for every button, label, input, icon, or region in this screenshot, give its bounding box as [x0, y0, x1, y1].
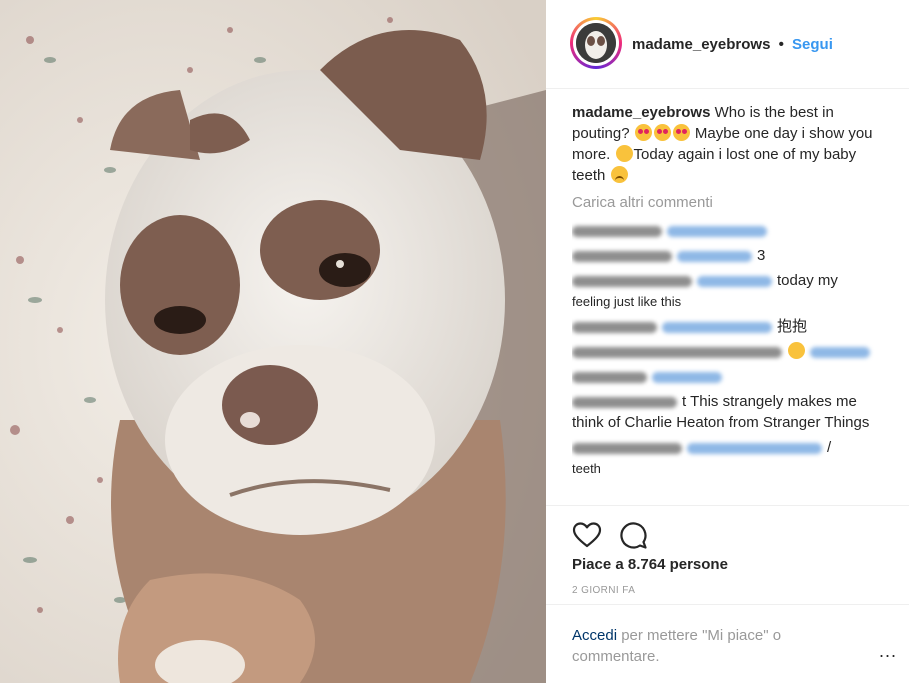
comment-item	[572, 366, 882, 387]
login-footer: Accedi per mettere "Mi piace" o commenta…	[546, 604, 909, 684]
grin-emoji-icon	[788, 342, 805, 359]
avatar[interactable]	[570, 17, 622, 69]
heart-eyes-emoji-icon	[634, 124, 652, 141]
header-username[interactable]: madame_eyebrows	[632, 36, 770, 53]
load-more-comments[interactable]: Carica altri commenti	[572, 194, 713, 211]
post-photo[interactable]	[0, 0, 546, 683]
header-username-row: madame_eyebrows • Segui	[632, 36, 833, 53]
post-header: madame_eyebrows • Segui	[546, 0, 909, 89]
comment-item	[572, 341, 882, 362]
likes-count[interactable]: Piace a 8.764 persone	[572, 556, 728, 573]
login-prompt: Accedi per mettere "Mi piace" o commenta…	[572, 625, 852, 667]
comment-item: 3	[572, 245, 882, 266]
comments-list[interactable]: 3 today my feeling just like this 抱抱 t T…	[572, 220, 882, 510]
caption-username[interactable]: madame_eyebrows	[572, 104, 710, 121]
separator-dot: •	[778, 36, 784, 53]
login-link[interactable]: Accedi	[572, 627, 617, 644]
post-timestamp: 2 GIORNI FA	[572, 585, 636, 596]
comment-item: 抱抱	[572, 316, 882, 337]
post-side-panel: madame_eyebrows • Segui madame_eyebrows …	[546, 0, 909, 683]
heart-eyes-emoji-icon	[672, 124, 690, 141]
grin-emoji-icon	[615, 145, 633, 162]
heart-outline-icon[interactable]	[572, 520, 602, 550]
comment-item: today my feeling just like this	[572, 272, 838, 309]
ellipsis-icon[interactable]: ...	[879, 641, 897, 662]
post-caption: madame_eyebrows Who is the best in pouti…	[572, 102, 882, 186]
dog-photo-image	[0, 0, 546, 683]
comment-bubble-icon[interactable]	[618, 520, 648, 550]
avatar-image	[576, 23, 616, 63]
heart-eyes-emoji-icon	[653, 124, 671, 141]
comment-item	[572, 220, 882, 241]
comment-item: t This strangely makes me think of Charl…	[572, 393, 870, 431]
sad-emoji-icon	[610, 166, 628, 183]
comment-item: / teeth	[572, 439, 832, 476]
follow-button[interactable]: Segui	[792, 36, 833, 53]
